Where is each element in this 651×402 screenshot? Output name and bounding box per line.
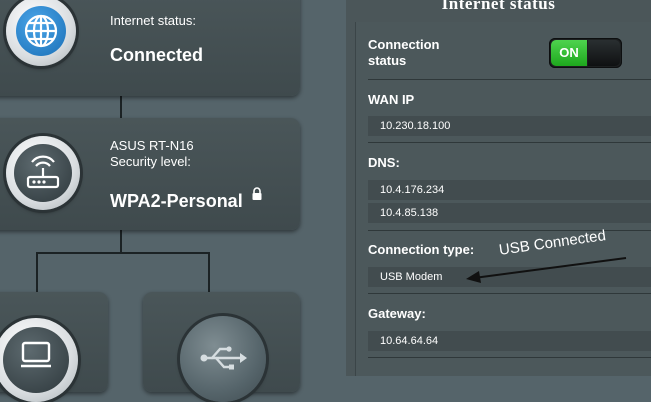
divider (368, 142, 651, 143)
divider (368, 230, 651, 231)
security-level-label: Security level: (110, 154, 191, 169)
divider (368, 79, 651, 80)
connection-type-label: Connection type: (368, 242, 475, 257)
connection-status-label: Connection status (368, 37, 440, 68)
router-model: ASUS RT-N16 (110, 138, 194, 153)
connector-line (120, 96, 122, 120)
gateway-label: Gateway: (368, 306, 426, 321)
connection-status-toggle[interactable]: ON (549, 38, 622, 68)
internet-status-value: Connected (110, 45, 204, 65)
toggle-on-label: ON (551, 40, 587, 66)
connector-line (208, 252, 210, 294)
divider (368, 293, 651, 294)
dns-label: DNS: (368, 155, 400, 170)
dns-value-primary: 10.4.176.234 (368, 180, 651, 200)
divider (368, 357, 651, 358)
panel-title: Internet status (441, 0, 556, 13)
dns-value-secondary: 10.4.85.138 (368, 203, 651, 223)
security-level-value: WPA2-Personal (110, 191, 243, 211)
toggle-knob[interactable] (588, 40, 620, 66)
lock-icon (252, 187, 262, 200)
connector-line (120, 230, 122, 252)
gateway-value: 10.64.64.64 (368, 331, 651, 351)
connector-line (36, 252, 210, 254)
wan-ip-label: WAN IP (368, 92, 415, 107)
router-icon[interactable] (6, 136, 80, 210)
wan-ip-value: 10.230.18.100 (368, 116, 651, 136)
internet-status-label: Internet status: (110, 13, 196, 28)
usb-icon[interactable] (180, 316, 266, 402)
connector-line (36, 252, 38, 294)
annotation-arrow (466, 257, 627, 283)
